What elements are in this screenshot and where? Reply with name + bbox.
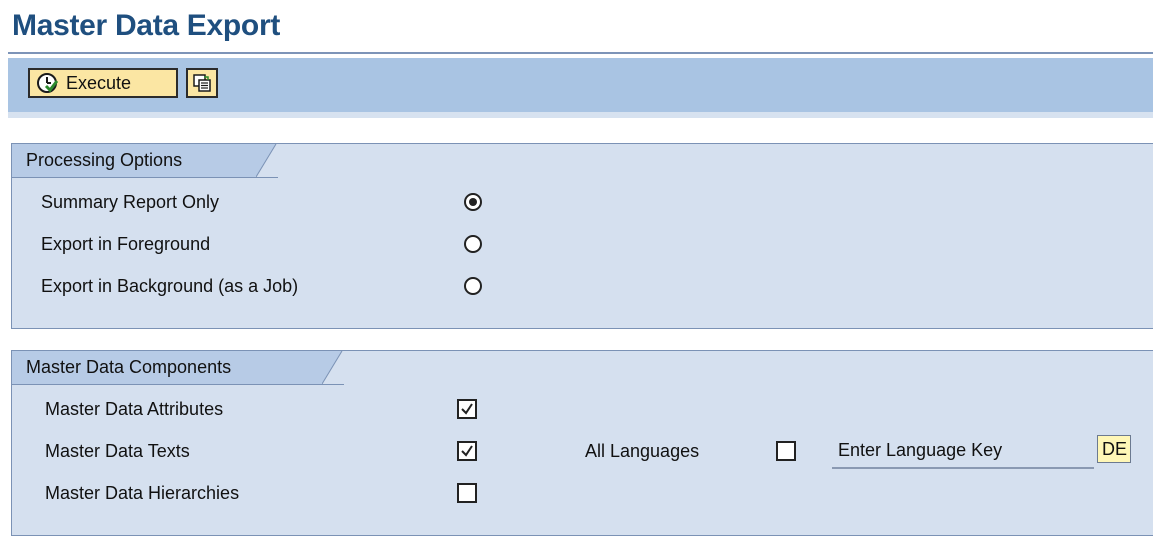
all-languages-checkbox[interactable]: [776, 441, 796, 461]
option-label: Summary Report Only: [41, 191, 220, 212]
option-label: Export in Background (as a Job): [41, 275, 299, 296]
title-divider: [8, 52, 1153, 54]
execute-clock-icon: [37, 73, 58, 93]
option-row-foreground: Export in Foreground: [12, 224, 1153, 264]
option-row-background: Export in Background (as a Job): [12, 266, 1153, 306]
execute-button-label: Execute: [66, 72, 132, 93]
all-languages-label: All Languages: [585, 440, 700, 461]
toolbar-divider: [8, 112, 1153, 118]
language-key-input[interactable]: [1097, 435, 1131, 463]
group-tab-edge: [322, 351, 344, 385]
execute-button[interactable]: Execute: [28, 68, 178, 98]
component-label: Master Data Hierarchies: [45, 482, 240, 503]
component-row-texts: Master Data Texts All Languages Enter La…: [12, 431, 1153, 471]
summary-report-radio[interactable]: [464, 193, 482, 211]
checkmark-icon: [461, 403, 473, 415]
component-row-attributes: Master Data Attributes: [12, 389, 1153, 429]
component-label: Master Data Texts: [45, 440, 190, 461]
master-data-components-group: Master Data Components Master Data Attri…: [11, 350, 1153, 536]
component-row-hierarchies: Master Data Hierarchies: [12, 473, 1153, 513]
language-key-label: Enter Language Key: [832, 433, 1094, 469]
application-toolbar: Execute: [8, 58, 1153, 112]
component-label: Master Data Attributes: [45, 398, 224, 419]
option-row-summary: Summary Report Only: [12, 182, 1153, 222]
export-foreground-radio[interactable]: [464, 235, 482, 253]
checkmark-icon: [461, 445, 473, 457]
group-title: Master Data Components: [12, 351, 322, 385]
page-title: Master Data Export: [12, 9, 281, 42]
processing-options-group: Processing Options Summary Report Only E…: [11, 143, 1153, 329]
attributes-checkbox[interactable]: [457, 399, 477, 419]
texts-checkbox[interactable]: [457, 441, 477, 461]
master-data-export-screen: Master Data Export Execute Processing Op…: [0, 0, 1153, 538]
get-variant-button[interactable]: [186, 68, 218, 98]
export-background-radio[interactable]: [464, 277, 482, 295]
option-label: Export in Foreground: [41, 233, 211, 254]
get-variant-icon: [193, 74, 211, 92]
group-header: Master Data Components: [12, 351, 1153, 385]
hierarchies-checkbox[interactable]: [457, 483, 477, 503]
group-title: Processing Options: [12, 144, 256, 178]
group-tab-edge: [256, 144, 278, 178]
group-header: Processing Options: [12, 144, 1153, 178]
